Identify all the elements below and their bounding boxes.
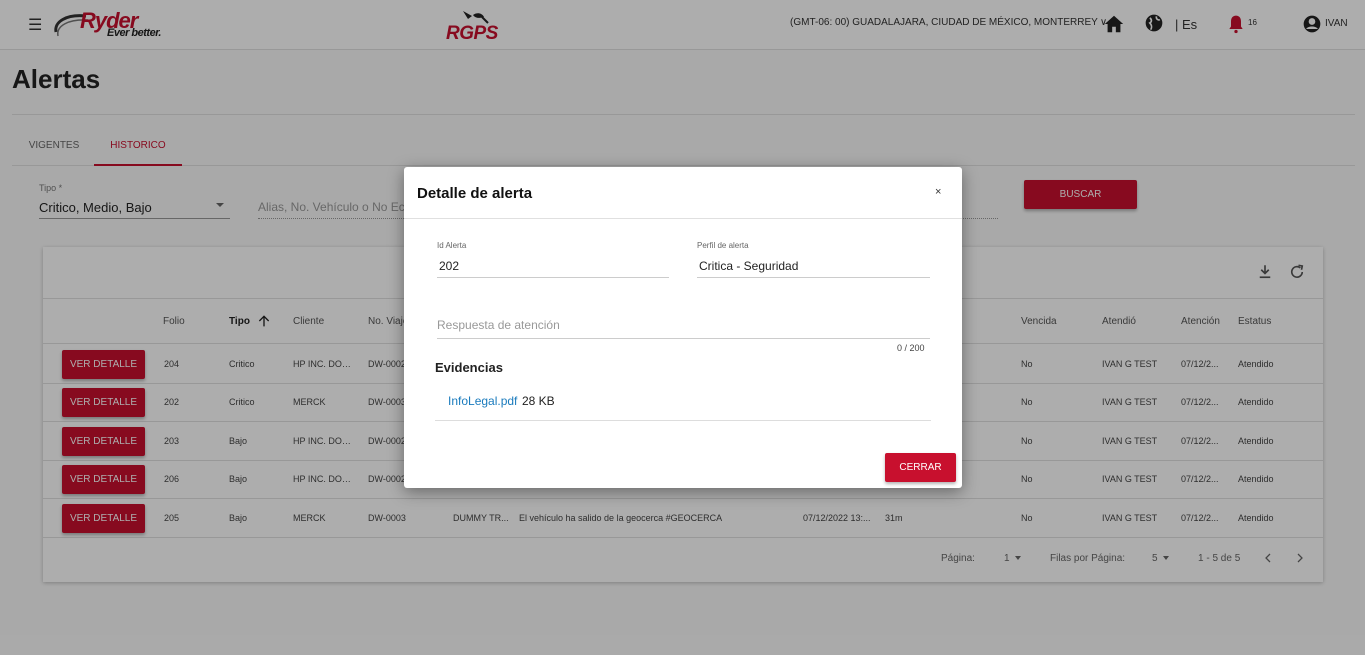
evidence-file-size: 28 KB xyxy=(522,394,555,408)
id-alerta-field[interactable]: 202 xyxy=(437,259,669,278)
dialog-divider xyxy=(404,218,962,219)
id-alerta-label: Id Alerta xyxy=(437,241,467,250)
perfil-alerta-field[interactable]: Critica - Seguridad xyxy=(697,259,930,278)
close-icon[interactable]: × xyxy=(935,186,941,198)
perfil-alerta-label: Perfil de alerta xyxy=(697,241,749,250)
close-button[interactable]: CERRAR xyxy=(885,453,956,482)
evidence-item: InfoLegal.pdf 28 KB xyxy=(435,387,931,421)
evidence-file-link[interactable]: InfoLegal.pdf xyxy=(448,394,517,408)
dialog-title: Detalle de alerta xyxy=(417,185,533,202)
evidencias-title: Evidencias xyxy=(435,360,503,375)
alert-detail-dialog: Detalle de alerta × Id Alerta 202 Perfil… xyxy=(404,167,962,488)
char-counter: 0 / 200 xyxy=(897,343,925,353)
respuesta-input[interactable]: Respuesta de atención xyxy=(437,318,930,339)
